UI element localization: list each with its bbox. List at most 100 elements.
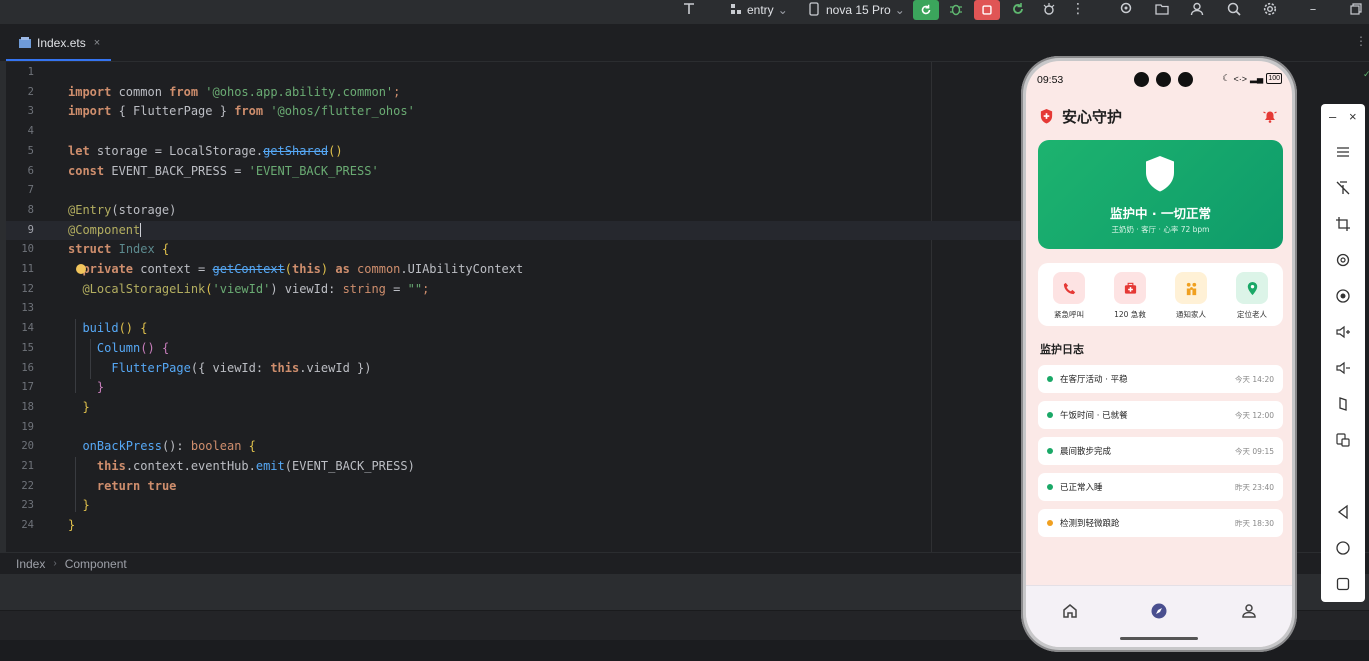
- network-icon: <·>: [1233, 73, 1247, 84]
- status-dot: [1047, 520, 1053, 526]
- folder-search-icon[interactable]: [1152, 0, 1172, 18]
- volume-up-icon[interactable]: [1333, 322, 1353, 342]
- recents-icon[interactable]: [1333, 574, 1353, 594]
- moon-icon: ☾: [1222, 73, 1231, 83]
- status-dot: [1047, 448, 1053, 454]
- quick-action-label: 通知家人: [1176, 310, 1206, 319]
- emulator-toolbar: – ×: [1321, 104, 1365, 602]
- pin-icon[interactable]: [1333, 178, 1353, 198]
- notify-family-button[interactable]: 通知家人: [1161, 272, 1221, 320]
- debug-icon[interactable]: [946, 0, 966, 18]
- line-number: 13: [21, 302, 34, 315]
- minimize-icon[interactable]: –: [1329, 109, 1336, 124]
- code-line: 20 onBackPress(): boolean {: [6, 437, 1020, 457]
- code-line: 10 struct Index {: [6, 240, 1020, 260]
- home-indicator[interactable]: [1120, 637, 1198, 640]
- code-line: 3 import { FlutterPage } from '@ohos/flut…: [6, 102, 1020, 122]
- ambulance-button[interactable]: 120 急救: [1100, 272, 1160, 320]
- window-restore-icon[interactable]: [1346, 0, 1366, 18]
- account-icon[interactable]: [1187, 0, 1207, 18]
- log-text: 晨间散步完成: [1060, 447, 1112, 457]
- run-button[interactable]: [913, 0, 939, 20]
- back-icon[interactable]: [1333, 502, 1353, 522]
- compass-icon[interactable]: [1150, 602, 1168, 620]
- log-item[interactable]: 已正常入睡 昨天 23:40: [1038, 473, 1283, 501]
- lightbulb-icon[interactable]: [76, 264, 86, 274]
- line-number: 1: [27, 66, 34, 78]
- breadcrumb-item[interactable]: Index: [16, 557, 45, 571]
- camera-icon: [1156, 72, 1171, 87]
- code-line: 17 }: [6, 378, 1020, 398]
- profiler-icon[interactable]: [1039, 0, 1059, 18]
- window-minimize-icon[interactable]: –: [1303, 0, 1323, 18]
- alarm-bell-icon[interactable]: [1262, 108, 1278, 124]
- quick-action-label: 紧急呼叫: [1054, 310, 1084, 319]
- code-line: 24}: [6, 516, 1020, 536]
- code-line: 6 const EVENT_BACK_PRESS = 'EVENT_BACK_PR…: [6, 162, 1020, 182]
- gear-icon[interactable]: [1260, 0, 1280, 18]
- search-icon[interactable]: [1224, 0, 1244, 18]
- more-icon[interactable]: ⋮: [1068, 0, 1088, 18]
- line-number: 14: [21, 322, 34, 335]
- multi-screen-icon[interactable]: [1333, 430, 1353, 450]
- camera-icon: [1178, 72, 1193, 87]
- home-icon[interactable]: [1061, 602, 1079, 620]
- device-selector[interactable]: nova 15 Pro ⌄: [826, 0, 905, 20]
- status-title: 监护中 · 一切正常: [1110, 206, 1211, 221]
- shield-icon: [1146, 156, 1174, 192]
- log-text: 在客厅活动 · 平稳: [1060, 375, 1128, 385]
- tab-index-ets[interactable]: Index.ets ×: [6, 26, 111, 61]
- battery-icon: 100: [1266, 73, 1282, 84]
- tab-label: Index.ets: [37, 35, 86, 50]
- chevron-right-icon: ›: [53, 558, 57, 569]
- location-pin-icon[interactable]: [1116, 0, 1136, 18]
- volume-down-icon[interactable]: [1333, 358, 1353, 378]
- log-item[interactable]: 午饭时间 · 已就餐 今天 12:00: [1038, 401, 1283, 429]
- app-title: 安心守护: [1062, 108, 1123, 126]
- rotate-icon[interactable]: [1333, 250, 1353, 270]
- line-number: 15: [21, 341, 34, 354]
- log-item[interactable]: 检测到轻微踉跄 昨天 18:30: [1038, 509, 1283, 537]
- code-line: 4: [6, 122, 1020, 142]
- crop-icon[interactable]: [1333, 214, 1353, 234]
- breadcrumb-item[interactable]: Component: [65, 557, 127, 571]
- locate-button[interactable]: 定位老人: [1222, 272, 1282, 320]
- stop-button[interactable]: [974, 0, 1000, 20]
- status-card: 监护中 · 一切正常 王奶奶 · 客厅 · 心率 72 bpm: [1038, 140, 1283, 249]
- close-icon[interactable]: ×: [1349, 109, 1357, 124]
- status-time: 09:53: [1037, 74, 1064, 86]
- module-label: entry: [747, 3, 774, 17]
- tab-options-icon[interactable]: ⋮: [1355, 34, 1367, 48]
- code-line-current: 9 @Component: [6, 220, 1020, 241]
- person-icon[interactable]: [1240, 602, 1258, 620]
- home-circle-icon[interactable]: [1333, 538, 1353, 558]
- code-editor[interactable]: 1 2 import common from '@ohos.app.ability…: [0, 62, 1020, 552]
- code-line: 23 }: [6, 496, 1020, 516]
- code-line: 19: [6, 418, 1020, 438]
- quick-action-label: 120 急救: [1114, 310, 1146, 319]
- emulator-screen[interactable]: 09:53 ☾ <·> ▂▄ 100 安心守护 监护中 · 一切正常 王奶奶 ·…: [1026, 61, 1292, 647]
- line-number: 10: [21, 243, 34, 256]
- close-icon[interactable]: ×: [94, 37, 100, 49]
- apply-changes-icon[interactable]: [1008, 0, 1028, 18]
- status-icons: ☾ <·> ▂▄ 100: [1222, 73, 1282, 84]
- stop-icon: [982, 5, 992, 15]
- line-number: 8: [27, 203, 34, 216]
- module-selector[interactable]: entry ⌄: [747, 0, 788, 20]
- log-item[interactable]: 在客厅活动 · 平稳 今天 14:20: [1038, 365, 1283, 393]
- line-number: 18: [21, 400, 34, 413]
- line-number: 2: [27, 85, 34, 98]
- inspection-ok-icon: ✓: [1363, 70, 1369, 80]
- log-time: 昨天 18:30: [1235, 519, 1274, 528]
- code-line: 2 import common from '@ohos.app.ability.c…: [6, 83, 1020, 103]
- emergency-call-button[interactable]: 紧急呼叫: [1039, 272, 1099, 320]
- line-number: 24: [21, 519, 34, 532]
- fold-icon[interactable]: [1333, 394, 1353, 414]
- log-item[interactable]: 晨间散步完成 今天 09:15: [1038, 437, 1283, 465]
- menu-icon[interactable]: [1333, 142, 1353, 162]
- line-number: 7: [27, 184, 34, 197]
- text-format-icon[interactable]: [679, 0, 699, 18]
- quick-action-label: 定位老人: [1237, 310, 1267, 319]
- code-line: 16 FlutterPage({ viewId: this.viewId }): [6, 359, 1020, 379]
- screenshot-icon[interactable]: [1333, 286, 1353, 306]
